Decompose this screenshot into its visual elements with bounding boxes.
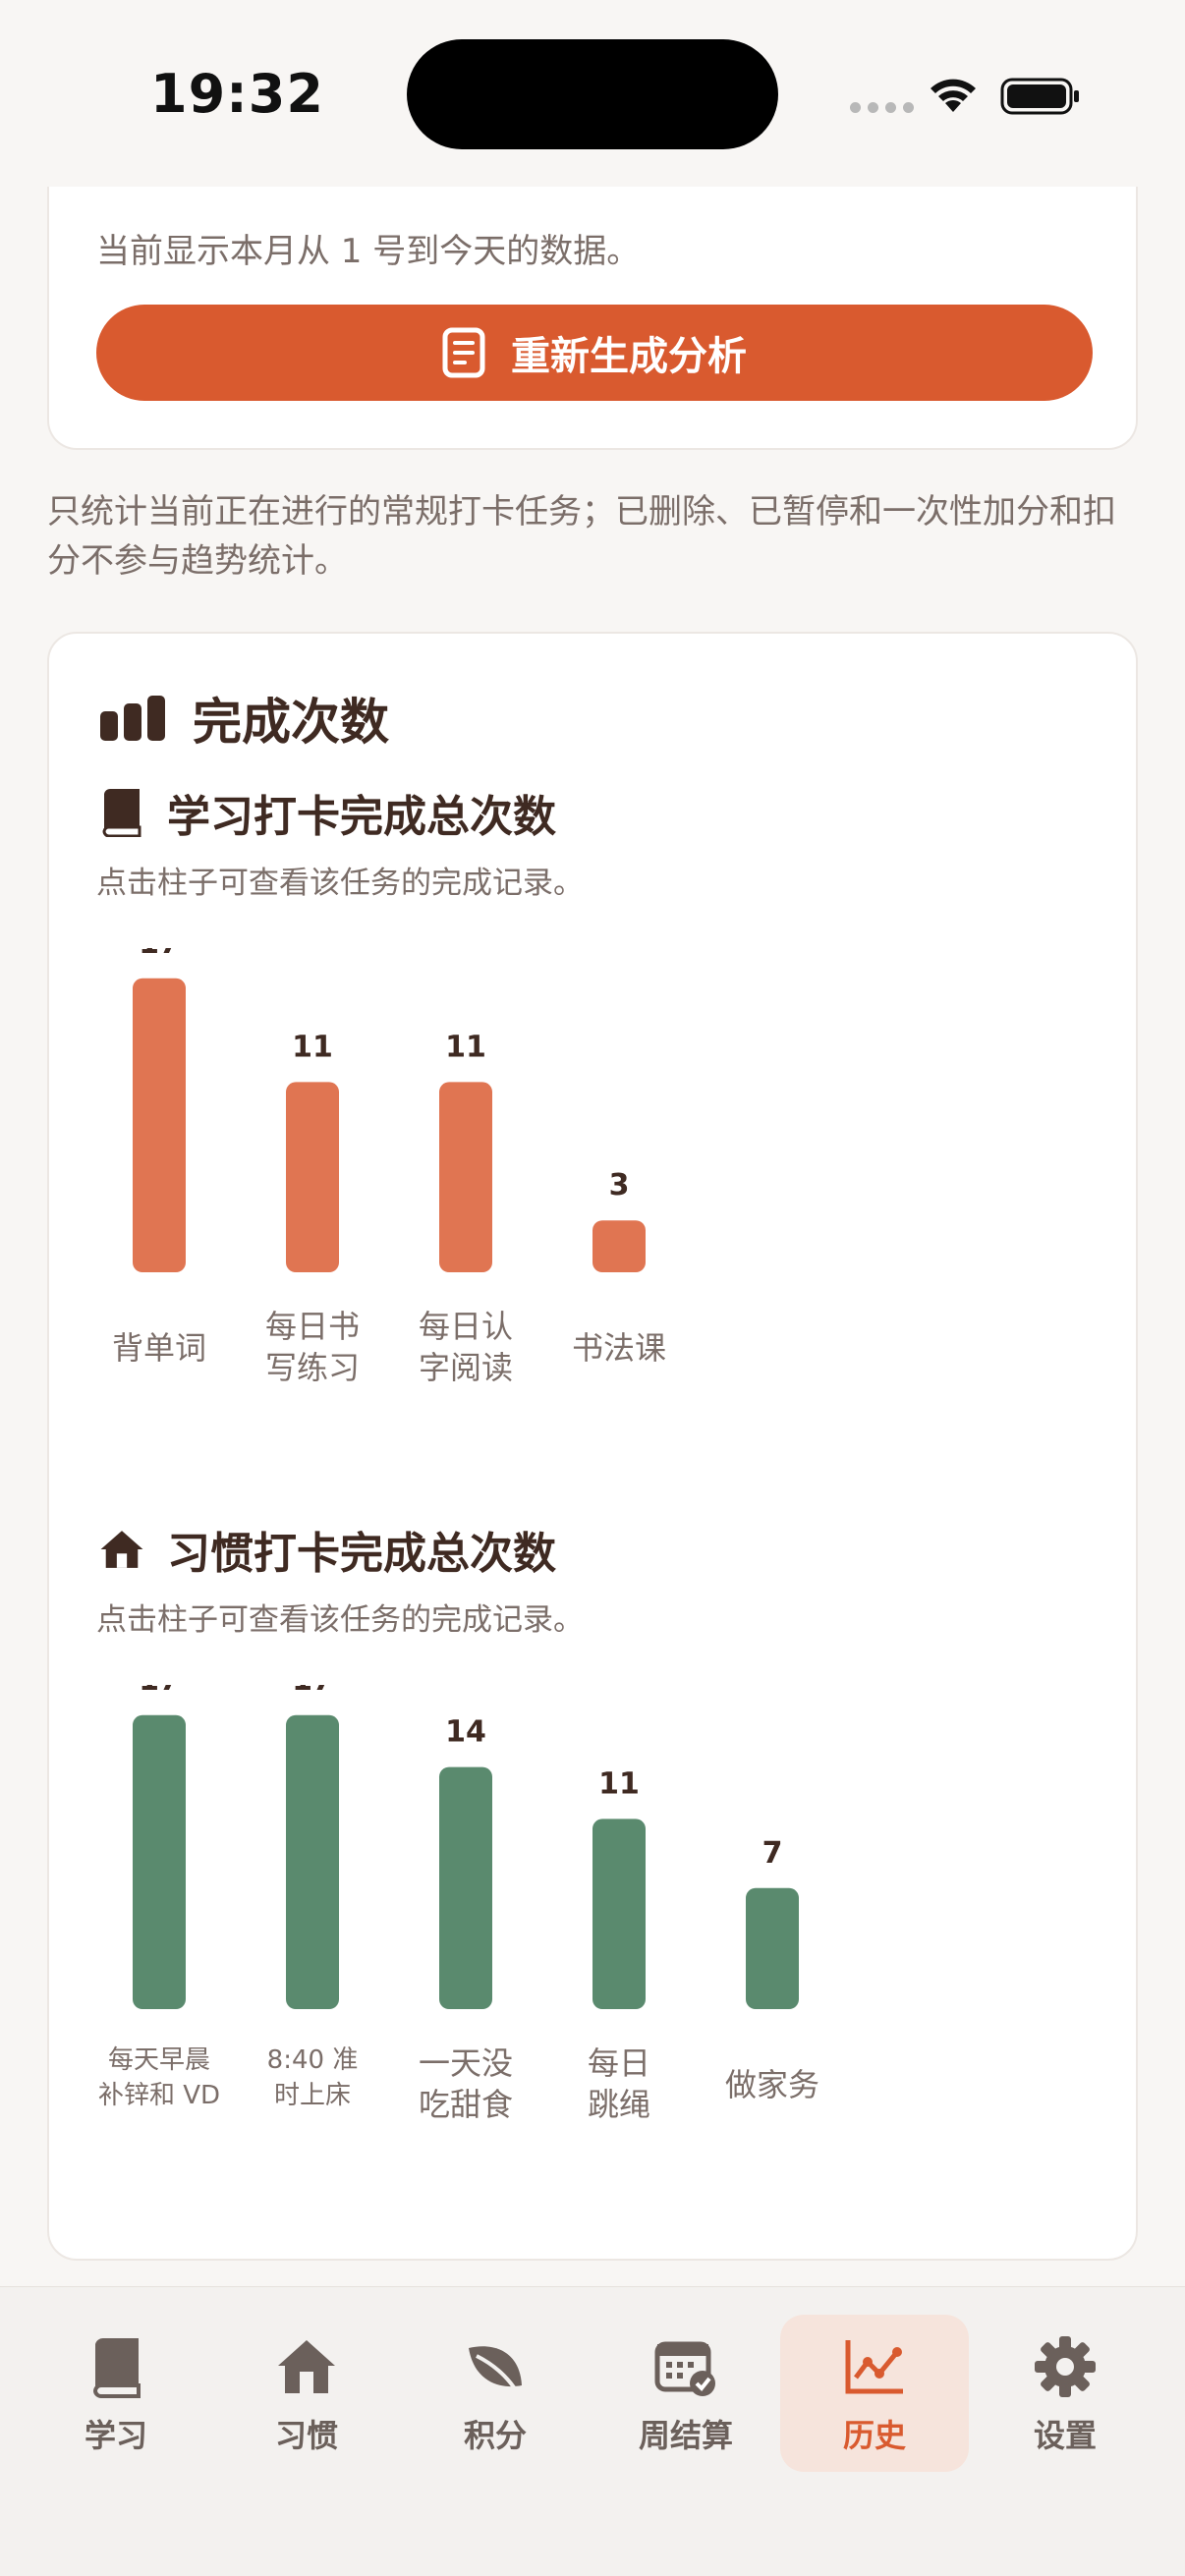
bar-每日书写练习[interactable] <box>286 1082 339 1272</box>
house-icon <box>274 2334 339 2399</box>
completion-count-card: 完成次数 学习打卡完成总次数 点击柱子可查看该任务的完成记录。 17 11 11 3 背… <box>47 632 1138 2261</box>
study-chart-hint: 点击柱子可查看该任务的完成记录。 <box>96 866 584 901</box>
bar-书法课[interactable] <box>592 1220 646 1272</box>
tab-label: 历史 <box>842 2417 906 2454</box>
statistics-note: 只统计当前正在进行的常规打卡任务；已删除、已暂停和一次性加分和扣分不参与趋势统计… <box>47 492 1116 581</box>
tab-book[interactable]: 学习 <box>22 2315 210 2472</box>
history-screen: 19:32 当前显示本月从 1 号到今天的数据。 重新生成分析 只统计当前正在进… <box>0 0 1185 2576</box>
x-axis-label: 书法课 <box>571 1329 666 1367</box>
regenerate-analysis-label: 重新生成分析 <box>511 335 747 378</box>
tab-house[interactable]: 习惯 <box>212 2315 401 2472</box>
tab-label: 积分 <box>463 2417 527 2454</box>
bar-value-label: 17 <box>139 1685 180 1698</box>
tab-label: 周结算 <box>638 2417 733 2454</box>
wifi-icon <box>931 79 976 112</box>
x-axis-label: 背单词 <box>111 1329 206 1367</box>
tab-line-chart[interactable]: 历史 <box>780 2315 969 2472</box>
x-axis-label: 每日 跳绳 <box>587 2044 650 2123</box>
bar-做家务[interactable] <box>746 1887 799 2009</box>
status-time: 19:32 <box>150 63 324 125</box>
bar-value-label: 3 <box>609 1168 630 1203</box>
x-axis-label: 8:40 准时上床 <box>266 2045 359 2110</box>
bar-value-label: 17 <box>292 1685 333 1698</box>
bar-value-label: 11 <box>445 1030 486 1064</box>
tab-label: 设置 <box>1033 2417 1097 2454</box>
tab-label: 习惯 <box>274 2417 338 2454</box>
bar-value-label: 11 <box>598 1766 640 1801</box>
document-icon <box>442 327 485 378</box>
tab-leaf[interactable]: 积分 <box>401 2315 590 2472</box>
bar-value-label: 7 <box>762 1836 783 1871</box>
status-bar: 19:32 <box>0 0 1185 187</box>
bar-value-label: 14 <box>445 1715 486 1750</box>
completion-count-title: 完成次数 <box>98 683 389 754</box>
bar-8:40准时上床[interactable] <box>286 1714 339 2009</box>
dynamic-island <box>407 39 778 149</box>
bar-value-label: 11 <box>292 1030 333 1064</box>
house-icon <box>100 1531 143 1568</box>
x-axis-label: 每天早晨 补锌和 VD <box>97 2045 221 2110</box>
leaf-icon <box>463 2334 528 2399</box>
tab-gear[interactable]: 设置 <box>971 2315 1159 2472</box>
study-completion-heading: 学习打卡完成总次数 <box>98 781 556 844</box>
gear-icon <box>1033 2334 1098 2399</box>
regenerate-analysis-button[interactable]: 重新生成分析 <box>96 305 1093 401</box>
x-axis-label: 做家务 <box>724 2066 819 2103</box>
habit-completion-heading: 习惯打卡完成总次数 <box>98 1518 556 1581</box>
tab-label: 学习 <box>84 2417 147 2454</box>
bar-每天早晨补锌和VD[interactable] <box>133 1714 186 2009</box>
book-icon <box>84 2334 148 2399</box>
bar-一天没吃甜食[interactable] <box>439 1766 492 2009</box>
bottom-tab-bar: 学习 习惯 积分 周结算 历史 设置 <box>0 2286 1185 2576</box>
study-bar-chart: 17 11 11 3 背单词 每日书写练习每日认字阅读 书法课 <box>49 948 1140 1400</box>
bar-背单词[interactable] <box>133 978 186 1272</box>
x-axis-label: 一天没 吃甜食 <box>418 2044 513 2123</box>
battery-icon <box>1000 78 1079 115</box>
tab-calendar-check[interactable]: 周结算 <box>592 2315 780 2472</box>
bar-每日认字阅读[interactable] <box>439 1082 492 1272</box>
calendar-check-icon <box>653 2334 718 2399</box>
book-icon <box>102 788 141 837</box>
habit-chart-hint: 点击柱子可查看该任务的完成记录。 <box>96 1602 584 1638</box>
habit-bar-chart: 17 17 14 11 7 每天早晨补锌和 VD 8:40 准时上床一天没吃甜食 每日跳绳 做家… <box>49 1685 1140 2137</box>
x-axis-label: 每日书 写练习 <box>264 1308 360 1386</box>
cellular-signal-icon <box>850 102 914 113</box>
bar-每日跳绳[interactable] <box>592 1819 646 2009</box>
bar-chart-icon <box>100 696 165 741</box>
date-range-text: 当前显示本月从 1 号到今天的数据。 <box>96 232 641 271</box>
bar-value-label: 17 <box>139 948 180 961</box>
x-axis-label: 每日认 字阅读 <box>418 1308 513 1386</box>
line-chart-icon <box>842 2334 907 2399</box>
